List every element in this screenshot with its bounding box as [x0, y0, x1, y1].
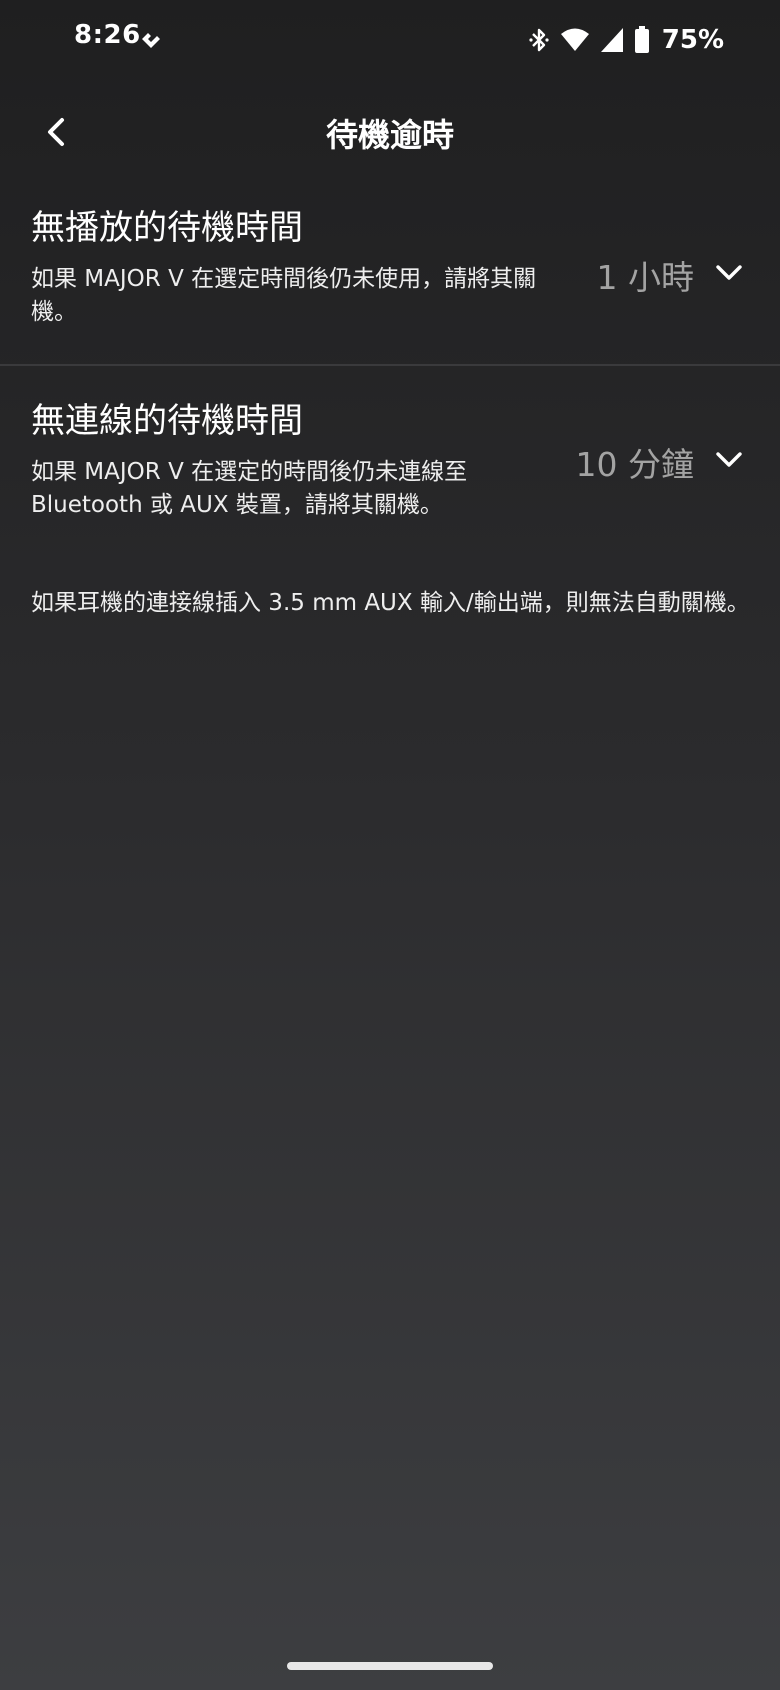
- standby-no-connection-setting: 無連線的待機時間 如果 MAJOR V 在選定的時間後仍未連線至 Bluetoo…: [0, 398, 780, 538]
- setting-title: 無連線的待機時間: [31, 401, 303, 441]
- setting-description: 如果 MAJOR V 在選定時間後仍未使用，請將其關機。: [31, 266, 537, 325]
- bluetooth-icon: [528, 26, 550, 54]
- standby-no-connection-dropdown[interactable]: 10 分鐘: [576, 438, 742, 486]
- page-title: 待機逾時: [325, 116, 454, 154]
- aux-footnote: 如果耳機的連接線插入 3.5 mm AUX 輸入/輸出端，則無法自動關機。: [31, 590, 750, 616]
- status-icons: 75%: [528, 22, 724, 58]
- dropdown-value: 1 小時: [596, 258, 695, 297]
- standby-no-playback-dropdown[interactable]: 1 小時: [597, 251, 743, 299]
- battery-percent: 75%: [661, 25, 724, 55]
- setting-description: 如果 MAJOR V 在選定的時間後仍未連線至 Bluetooth 或 AUX …: [31, 459, 468, 518]
- wifi-icon: [560, 27, 590, 53]
- status-time: 8:26: [74, 20, 141, 50]
- divider: [0, 364, 780, 366]
- setting-title: 無播放的待機時間: [31, 208, 303, 248]
- cell-signal-icon: [600, 27, 624, 53]
- battery-icon: [634, 26, 650, 54]
- app-header: 待機逾時: [0, 90, 780, 178]
- standby-no-playback-setting: 無播放的待機時間 如果 MAJOR V 在選定時間後仍未使用，請將其關機。 1 …: [0, 205, 780, 365]
- chevron-down-icon: [716, 265, 742, 285]
- status-bar: 8:26 75%: [0, 0, 780, 80]
- app-notification-icon: [139, 27, 163, 51]
- dropdown-value: 10 分鐘: [575, 445, 694, 484]
- home-indicator[interactable]: [287, 1662, 493, 1670]
- chevron-down-icon: [716, 452, 742, 472]
